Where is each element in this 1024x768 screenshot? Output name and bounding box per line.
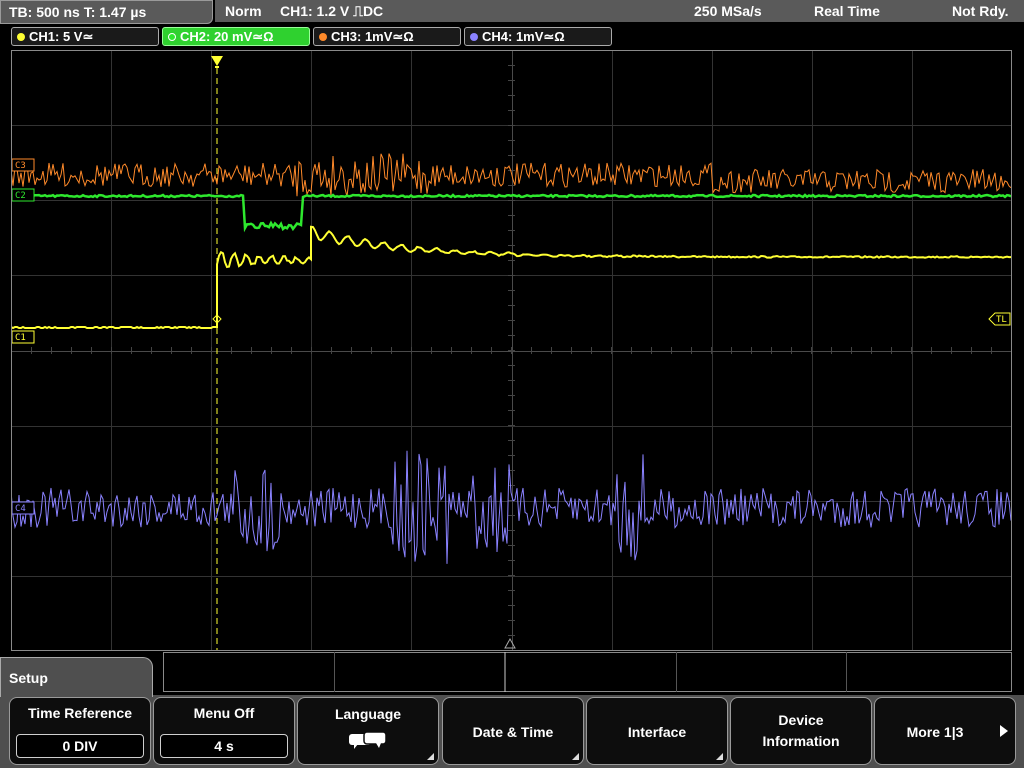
trigger-state: Not Rdy. <box>952 3 1009 19</box>
language-label: Language <box>334 706 402 722</box>
channel-tab-ch3[interactable]: CH3: 1mV≃Ω <box>313 27 461 46</box>
readout-area <box>163 652 1012 692</box>
device-information-line2: Information <box>762 733 840 749</box>
next-page-icon <box>1000 725 1008 737</box>
channel-tab-ch2[interactable]: CH2: 20 mV≃Ω <box>162 27 310 46</box>
device-information-line1: Device <box>778 712 824 728</box>
speech-bubble-icon <box>349 731 387 749</box>
ch1-color-icon <box>17 33 25 41</box>
channel-tab-ch4[interactable]: CH4: 1mV≃Ω <box>464 27 612 46</box>
menu-title-tab: Setup <box>0 657 153 697</box>
ch2-label: CH2: 20 mV≃Ω <box>180 29 274 44</box>
trigger-mode[interactable]: Norm <box>225 0 262 22</box>
ch4-color-icon <box>470 33 478 41</box>
channel-tab-ch1[interactable]: CH1: 5 V≃ <box>11 27 159 46</box>
menu-off-softkey[interactable]: Menu Off 4 s <box>153 697 295 765</box>
trigger-source[interactable]: CH1: 1.2 V ⎍DC <box>280 0 383 22</box>
ch3-label: CH3: 1mV≃Ω <box>331 29 414 44</box>
ch2-color-icon <box>168 33 176 41</box>
status-bar: Norm CH1: 1.2 V ⎍DC 250 MSa/s Real Time … <box>215 0 1024 22</box>
more-softkey[interactable]: More 1|3 <box>874 697 1016 765</box>
menu-title: Setup <box>9 670 48 686</box>
menu-off-value: 4 s <box>160 734 288 758</box>
date-time-label: Date & Time <box>472 724 554 740</box>
interface-label: Interface <box>627 724 687 740</box>
date-time-softkey[interactable]: Date & Time <box>442 697 584 765</box>
ch1-label: CH1: 5 V≃ <box>29 29 94 44</box>
time-reference-value: 0 DIV <box>16 734 144 758</box>
acquisition-mode[interactable]: Real Time <box>814 0 880 22</box>
submenu-indicator-icon <box>427 753 434 760</box>
more-label: More 1|3 <box>906 724 964 740</box>
time-reference-softkey[interactable]: Time Reference 0 DIV <box>9 697 151 765</box>
language-softkey[interactable]: Language <box>297 697 439 765</box>
interface-softkey[interactable]: Interface <box>586 697 728 765</box>
device-information-softkey[interactable]: Device Information <box>730 697 872 765</box>
ch4-label: CH4: 1mV≃Ω <box>482 29 565 44</box>
ch3-color-icon <box>319 33 327 41</box>
menu-off-label: Menu Off <box>193 705 255 721</box>
timebase-readout[interactable]: TB: 500 ns T: 1.47 µs <box>0 0 213 24</box>
timebase-text: TB: 500 ns T: 1.47 µs <box>9 4 147 20</box>
sample-rate: 250 MSa/s <box>694 3 762 19</box>
graticule-frame <box>11 50 1012 651</box>
submenu-indicator-icon <box>716 753 723 760</box>
submenu-indicator-icon <box>572 753 579 760</box>
time-reference-label: Time Reference <box>27 705 132 721</box>
